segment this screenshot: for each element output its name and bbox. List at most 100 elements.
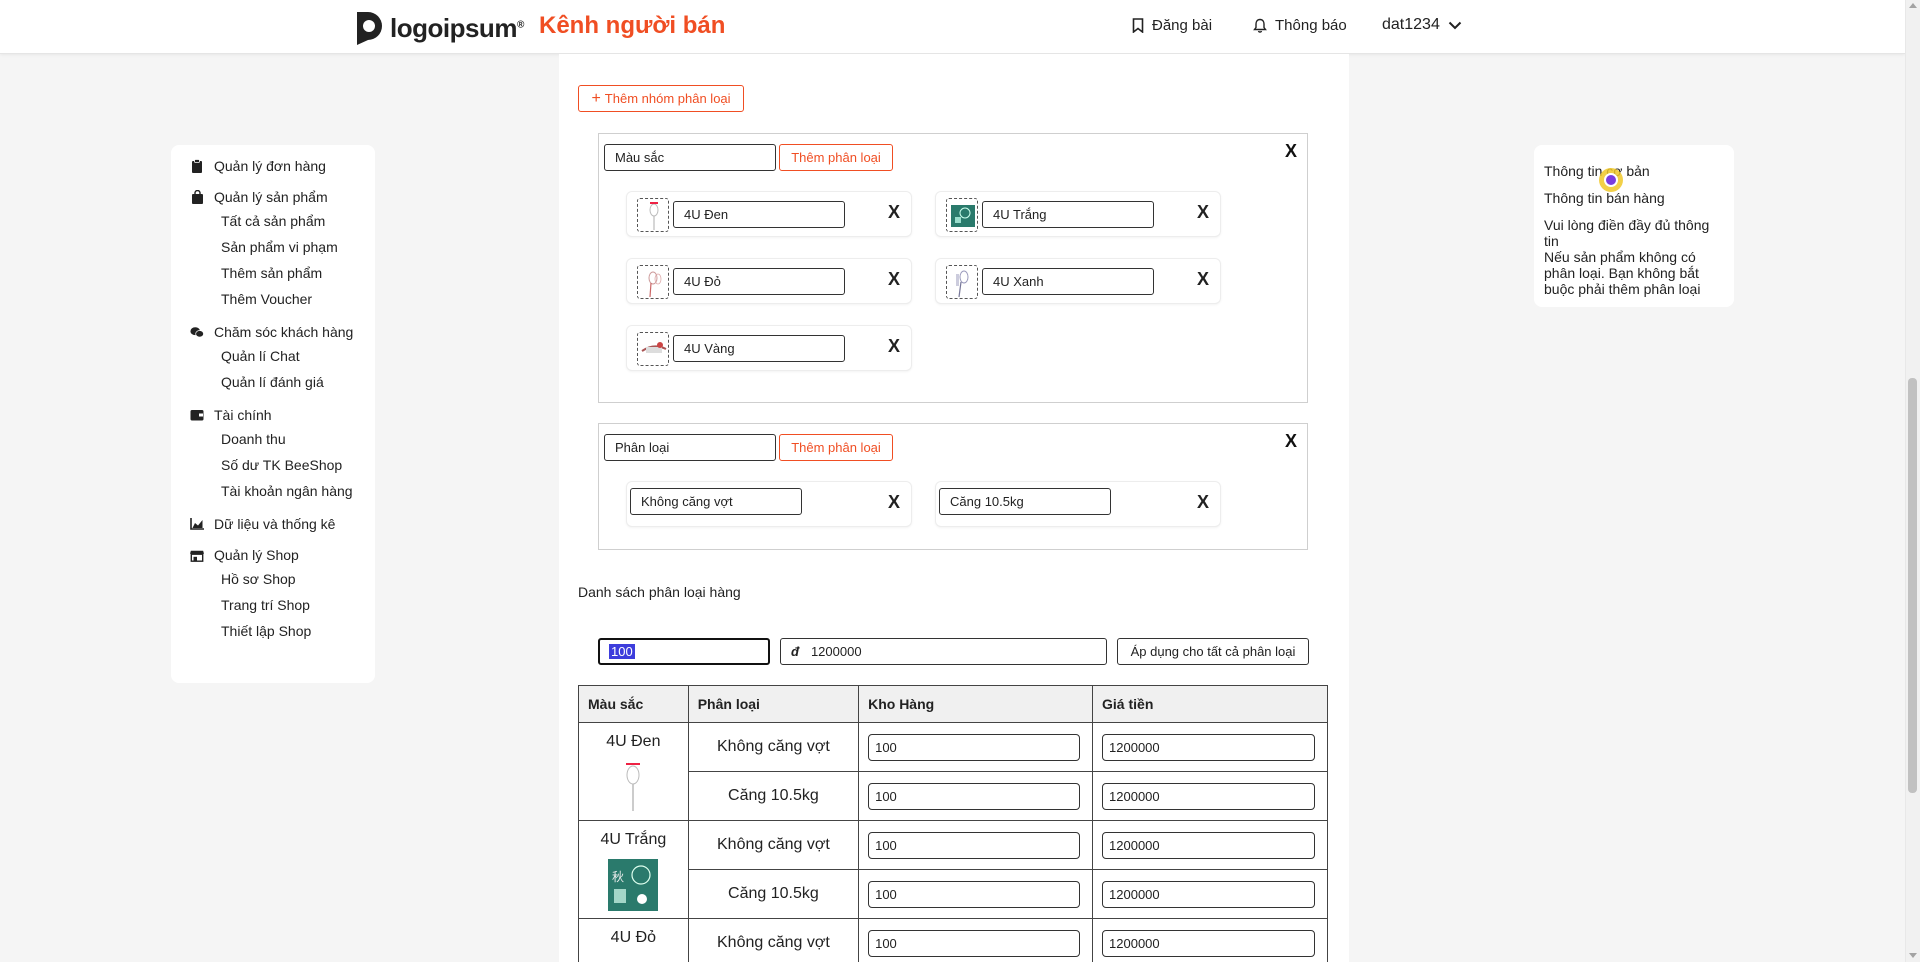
remove-option-icon[interactable]: X bbox=[888, 202, 900, 223]
option-image-upload[interactable] bbox=[637, 198, 669, 232]
bulk-price-input[interactable]: đ 1200000 bbox=[780, 638, 1107, 665]
option-card: 4U Đỏ X bbox=[626, 258, 912, 304]
chevron-down-icon bbox=[1448, 21, 1462, 29]
remove-option-icon[interactable]: X bbox=[888, 269, 900, 290]
logo[interactable]: logoipsum® bbox=[354, 10, 524, 46]
table-row: Căng 10.5kg 100 1200000 bbox=[579, 771, 1328, 821]
sidebar-group-products: Quản lý sản phẩm Tất cả sản phẩm Sản phẩ… bbox=[171, 186, 375, 312]
table-row: Căng 10.5kg 100 1200000 bbox=[579, 869, 1328, 919]
option-name-input[interactable]: Không căng vợt bbox=[630, 488, 802, 515]
post-label: Đăng bài bbox=[1152, 17, 1213, 34]
variant-group-name-input[interactable]: Phân loại bbox=[604, 434, 776, 461]
add-option-button[interactable]: Thêm phân loại bbox=[779, 144, 893, 171]
sidebar-item-shop-profile[interactable]: Hồ sơ Shop bbox=[171, 566, 375, 592]
price-input[interactable]: 1200000 bbox=[1102, 782, 1316, 810]
stock-cell: 100 bbox=[858, 918, 1094, 962]
sidebar-item-customer-care[interactable]: Chăm sóc khách hàng bbox=[171, 321, 375, 343]
price-input[interactable]: 1200000 bbox=[1102, 929, 1316, 957]
add-option-button[interactable]: Thêm phân loại bbox=[779, 434, 893, 461]
stock-input[interactable]: 100 bbox=[868, 782, 1081, 810]
option-image-upload[interactable] bbox=[637, 265, 669, 299]
apply-all-button[interactable]: Áp dụng cho tất cả phân loại bbox=[1117, 638, 1309, 665]
scroll-down-icon[interactable] bbox=[1909, 953, 1917, 958]
option-image-upload[interactable] bbox=[946, 198, 978, 232]
add-variant-group-button[interactable]: + Thêm nhóm phân loại bbox=[578, 85, 744, 112]
sidebar-item-shop-decoration[interactable]: Trang trí Shop bbox=[171, 592, 375, 618]
sidebar-group-finance: Tài chính Doanh thu Số dư TK BeeShop Tài… bbox=[171, 404, 375, 504]
table-header-row: Màu sắc Phân loại Kho Hàng Giá tiền bbox=[578, 685, 1328, 723]
sidebar-item-add-voucher[interactable]: Thêm Voucher bbox=[171, 286, 375, 312]
option-name-input[interactable]: 4U Vàng bbox=[673, 335, 845, 362]
stock-input[interactable]: 100 bbox=[868, 929, 1081, 957]
bulk-stock-input[interactable]: 100 bbox=[598, 638, 770, 665]
remove-option-icon[interactable]: X bbox=[1197, 492, 1209, 513]
product-thumbnail: 秋 bbox=[608, 859, 659, 911]
sidebar-item-orders[interactable]: Quản lý đơn hàng bbox=[171, 155, 375, 177]
scrollbar-thumb[interactable] bbox=[1908, 378, 1917, 793]
sidebar-item-chat[interactable]: Quản lí Chat bbox=[171, 343, 375, 369]
info-link-sales[interactable]: Thông tin bán hàng bbox=[1544, 190, 1724, 206]
option-name-input[interactable]: Căng 10.5kg bbox=[939, 488, 1111, 515]
top-bar: logoipsum® Kênh người bán Đăng bài Thông… bbox=[0, 0, 1905, 54]
info-panel: Thông tin cơ bản Thông tin bán hàng Vui … bbox=[1534, 145, 1734, 307]
price-cell: 1200000 bbox=[1092, 820, 1328, 870]
stock-input[interactable]: 100 bbox=[868, 880, 1081, 908]
remove-option-icon[interactable]: X bbox=[1197, 269, 1209, 290]
remove-option-icon[interactable]: X bbox=[888, 492, 900, 513]
price-input[interactable]: 1200000 bbox=[1102, 831, 1316, 859]
sidebar-item-reviews[interactable]: Quản lí đánh giá bbox=[171, 369, 375, 395]
product-thumbnail bbox=[626, 763, 641, 811]
scroll-up-icon[interactable] bbox=[1909, 3, 1917, 8]
option-name-input[interactable]: 4U Đen bbox=[673, 201, 845, 228]
sidebar-item-analytics[interactable]: Dữ liệu và thống kê bbox=[171, 513, 375, 535]
price-cell: 1200000 bbox=[1092, 869, 1328, 919]
bookmark-icon bbox=[1132, 18, 1144, 33]
option-name-input[interactable]: 4U Trắng bbox=[982, 201, 1154, 228]
notification-link[interactable]: Thông báo bbox=[1253, 17, 1347, 34]
stock-cell: 100 bbox=[858, 771, 1094, 821]
sidebar-item-revenue[interactable]: Doanh thu bbox=[171, 426, 375, 452]
remove-group-icon[interactable]: X bbox=[1285, 432, 1297, 450]
table-row: 4U Đen Không căng vợt 100 1200000 bbox=[578, 722, 1328, 821]
plus-icon: + bbox=[591, 89, 601, 107]
logo-mark-icon bbox=[357, 12, 382, 45]
option-image-upload[interactable] bbox=[637, 332, 669, 366]
option-image-upload[interactable] bbox=[946, 265, 978, 299]
svg-text:秋: 秋 bbox=[612, 870, 624, 884]
color-label: 4U Trắng bbox=[600, 831, 667, 848]
info-note-variants: Nếu sản phẩm không có phân loại. Bạn khô… bbox=[1544, 249, 1701, 297]
info-link-basic[interactable]: Thông tin cơ bản bbox=[1544, 163, 1724, 179]
price-cell: 1200000 bbox=[1092, 722, 1328, 772]
currency-icon: đ bbox=[791, 644, 799, 659]
remove-option-icon[interactable]: X bbox=[1197, 202, 1209, 223]
sidebar-group-orders: Quản lý đơn hàng bbox=[171, 155, 375, 177]
chat-bubbles-icon bbox=[190, 325, 204, 339]
remove-option-icon[interactable]: X bbox=[888, 336, 900, 357]
sidebar-item-balance[interactable]: Số dư TK BeeShop bbox=[171, 452, 375, 478]
sidebar-item-all-products[interactable]: Tất cả sản phẩm bbox=[171, 208, 375, 234]
remove-group-icon[interactable]: X bbox=[1285, 142, 1297, 160]
post-link[interactable]: Đăng bài bbox=[1132, 17, 1212, 34]
stock-input[interactable]: 100 bbox=[868, 733, 1081, 761]
stock-input[interactable]: 100 bbox=[868, 831, 1081, 859]
option-name-input[interactable]: 4U Xanh bbox=[982, 268, 1154, 295]
sidebar-item-violations[interactable]: Sản phẩm vi phạm bbox=[171, 234, 375, 260]
variant-group-name-input[interactable]: Màu sắc bbox=[604, 144, 776, 171]
option-card: 4U Vàng X bbox=[626, 325, 912, 371]
sidebar-item-products[interactable]: Quản lý sản phẩm bbox=[171, 186, 375, 208]
sidebar-item-shop-settings[interactable]: Thiết lập Shop bbox=[171, 618, 375, 644]
kind-cell: Căng 10.5kg bbox=[687, 771, 860, 821]
sidebar-item-finance[interactable]: Tài chính bbox=[171, 404, 375, 426]
variant-list-title: Danh sách phân loại hàng bbox=[578, 584, 741, 600]
username: dat1234 bbox=[1382, 16, 1440, 33]
sidebar-item-bank-account[interactable]: Tài khoản ngân hàng bbox=[171, 478, 375, 504]
sidebar-item-shop[interactable]: Quản lý Shop bbox=[171, 544, 375, 566]
price-input[interactable]: 1200000 bbox=[1102, 880, 1316, 908]
user-menu[interactable]: dat1234 bbox=[1382, 16, 1462, 34]
variant-table: Màu sắc Phân loại Kho Hàng Giá tiền 4U Đ… bbox=[578, 685, 1328, 962]
option-name-input[interactable]: 4U Đỏ bbox=[673, 268, 845, 295]
price-input[interactable]: 1200000 bbox=[1102, 733, 1316, 761]
price-cell: 1200000 bbox=[1092, 771, 1328, 821]
sidebar-item-add-product[interactable]: Thêm sản phẩm bbox=[171, 260, 375, 286]
color-label: 4U Đỏ bbox=[610, 929, 657, 946]
